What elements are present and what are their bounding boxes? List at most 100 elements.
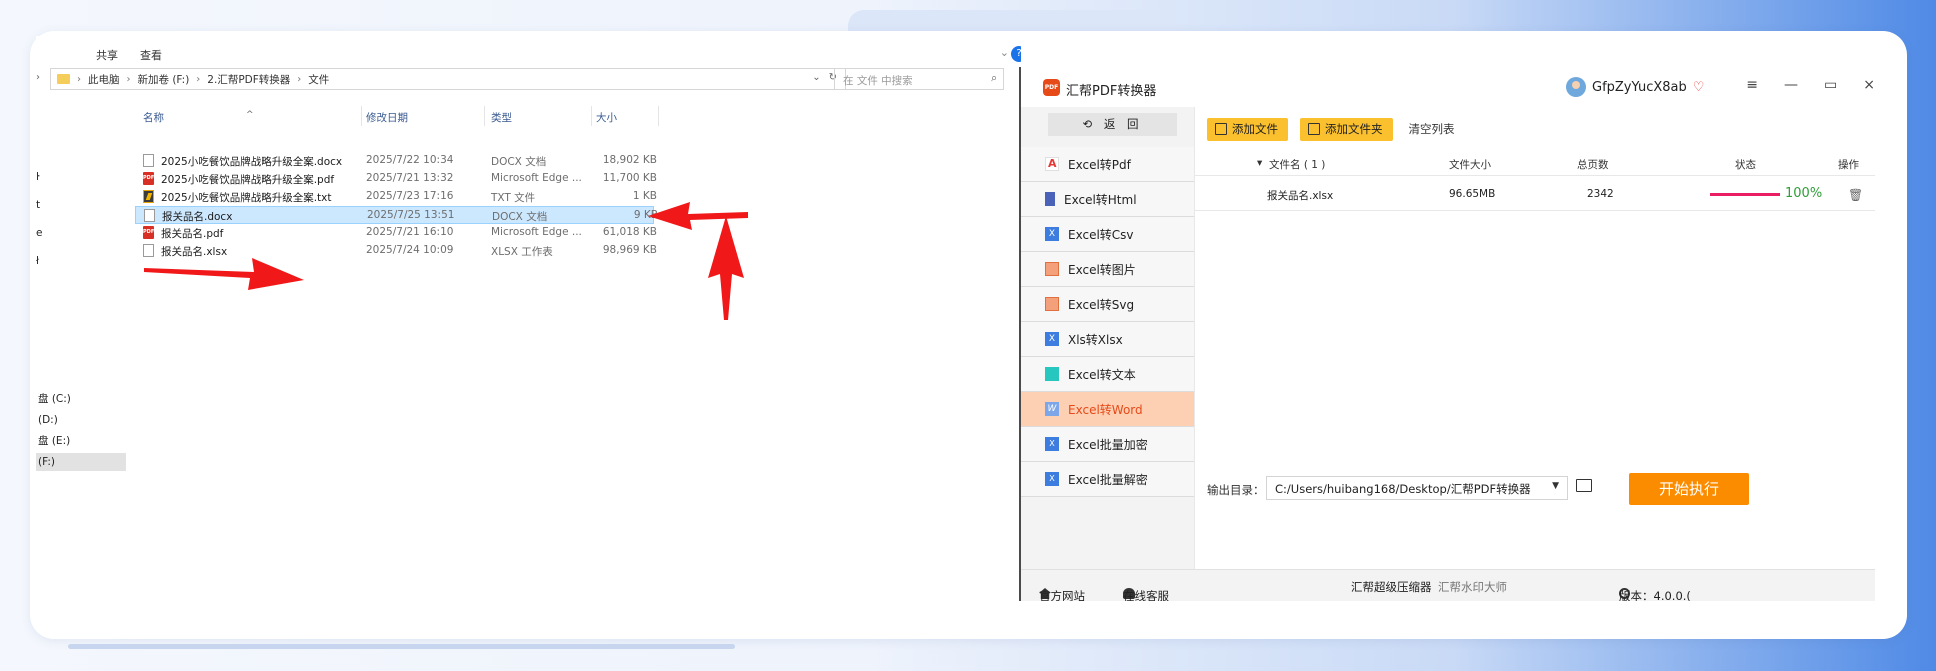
browse-folder-icon[interactable] xyxy=(1576,479,1592,492)
user-info[interactable]: GfpZyYucX8ab ♡ xyxy=(1566,77,1704,97)
sidebar-item-label: Excel转文本 xyxy=(1068,367,1136,382)
back-arrow-icon: ⟲ xyxy=(1082,117,1097,131)
output-path-select[interactable]: C:/Users/huibang168/Desktop/汇帮PDF转换器 ▼ xyxy=(1266,476,1568,500)
sidebar-item-excel-to-svg[interactable]: Excel转Svg xyxy=(1021,287,1194,322)
column-divider[interactable] xyxy=(361,106,362,126)
file-table-header: ▾ 文件名 ( 1 ) 文件大小 总页数 状态 操作 xyxy=(1195,153,1875,173)
menu-icon[interactable]: ≡ xyxy=(1746,77,1758,93)
sidebar-item-label: Excel转Csv xyxy=(1068,227,1134,242)
nav-pane-fragments: ŀ t e ł xyxy=(36,171,42,283)
breadcrumb-item[interactable]: 新加卷 (F:) xyxy=(138,72,190,87)
output-directory: 输出目录： C:/Users/huibang168/Desktop/汇帮PDF转… xyxy=(1207,473,1875,505)
file-row[interactable]: PDF 报关品名.pdf 2025/7/21 16:10 Microsoft E… xyxy=(36,224,1021,242)
minimize-icon[interactable]: — xyxy=(1784,77,1798,93)
breadcrumb-item[interactable]: 此电脑 xyxy=(88,72,120,87)
file-type: XLSX 工作表 xyxy=(491,246,553,258)
vip-heart-icon[interactable]: ♡ xyxy=(1693,80,1705,95)
support-label: 在线客服 xyxy=(1123,589,1169,601)
add-folder-icon xyxy=(1308,123,1320,135)
nav-pane-item[interactable]: ł xyxy=(36,255,42,283)
search-icon[interactable]: ⌕ xyxy=(991,72,997,85)
progress-bar xyxy=(1710,193,1780,196)
ribbon-expand-icon[interactable]: ⌄ xyxy=(1000,46,1009,59)
breadcrumb-item[interactable]: 文件 xyxy=(308,72,329,87)
column-date[interactable]: 修改日期 xyxy=(366,110,408,125)
file-size: 98,969 KB xyxy=(602,244,657,256)
close-icon[interactable]: × xyxy=(1863,77,1875,93)
sidebar-item-excel-to-image[interactable]: Excel转图片 xyxy=(1021,252,1194,287)
breadcrumb-sep-icon: › xyxy=(126,73,131,85)
sort-ascending-icon: ^ xyxy=(246,110,254,120)
sidebar-item-label: Excel批量解密 xyxy=(1068,472,1148,487)
sidebar-item-excel-to-text[interactable]: Excel转文本 xyxy=(1021,357,1194,392)
column-name[interactable]: 名称 xyxy=(143,110,164,125)
table-row[interactable]: 报关品名.xlsx 96.65MB 2342 100% 🗑 xyxy=(1195,175,1875,211)
header-sort-icon[interactable]: ▾ xyxy=(1257,157,1262,169)
app-logo: PDF xyxy=(1043,79,1060,96)
back-button[interactable]: ⟲ 返 回 xyxy=(1048,113,1177,136)
breadcrumb-item[interactable]: 2.汇帮PDF转换器 xyxy=(207,72,290,87)
add-file-label: 添加文件 xyxy=(1232,122,1278,136)
header-filename[interactable]: 文件名 ( 1 ) xyxy=(1269,157,1325,172)
file-size: 11,700 KB xyxy=(602,172,657,184)
add-file-icon xyxy=(1215,123,1227,135)
version-label: 版本：4.0.0.( xyxy=(1619,589,1691,601)
txt-icon xyxy=(143,190,154,203)
drive-d[interactable]: (D:) xyxy=(36,411,126,429)
toolbar: 添加文件 添加文件夹 清空列表 xyxy=(1207,117,1455,141)
column-type[interactable]: 类型 xyxy=(491,110,512,125)
add-file-button[interactable]: 添加文件 xyxy=(1207,117,1288,141)
menu-view[interactable]: 查看 xyxy=(140,47,162,63)
nav-pane-item[interactable]: ŀ xyxy=(36,171,42,199)
dropdown-icon: ▼ xyxy=(1552,481,1559,491)
avatar[interactable] xyxy=(1566,77,1586,97)
address-dropdown-icon[interactable]: ⌄ xyxy=(812,72,820,83)
file-row[interactable]: 2025小吃餐饮品牌战略升级全案.txt 2025/7/23 17:16 TXT… xyxy=(36,188,1021,206)
function-list: Excel转Pdf Excel转Html X Excel转Csv Excel转图… xyxy=(1021,147,1194,497)
sidebar-item-label: Excel转Pdf xyxy=(1068,157,1131,172)
sidebar-item-excel-to-html[interactable]: Excel转Html xyxy=(1021,182,1194,217)
text-icon xyxy=(1045,367,1059,381)
maximize-icon[interactable]: ▭ xyxy=(1824,77,1837,93)
column-divider[interactable] xyxy=(591,106,592,126)
trash-icon[interactable]: 🗑 xyxy=(1848,188,1863,202)
add-folder-button[interactable]: 添加文件夹 xyxy=(1300,117,1393,141)
nav-left-chevron-icon[interactable]: › xyxy=(36,72,40,83)
svg-icon xyxy=(1045,297,1059,311)
sidebar-item-excel-to-pdf[interactable]: Excel转Pdf xyxy=(1021,147,1194,182)
menu-share[interactable]: 共享 xyxy=(96,47,118,63)
back-label: 返 回 xyxy=(1103,117,1143,131)
horizontal-scrollbar[interactable] xyxy=(68,644,735,649)
sidebar-item-excel-to-csv[interactable]: X Excel转Csv xyxy=(1021,217,1194,252)
app-footer: 官方网站 在线客服 汇帮超级压缩器 汇帮水印大师 版本：4.0.0.( xyxy=(1021,569,1875,601)
help-icon[interactable]: ? xyxy=(1011,46,1021,62)
drive-f[interactable]: (F:) xyxy=(36,453,126,471)
drive-c[interactable]: 盘 (C:) xyxy=(36,390,126,408)
start-button[interactable]: 开始执行 xyxy=(1629,473,1749,505)
column-size[interactable]: 大小 xyxy=(596,110,617,125)
file-row-selected[interactable]: 报关品名.docx 2025/7/25 13:51 DOCX 文档 9 KB xyxy=(135,206,658,224)
username[interactable]: GfpZyYucX8ab xyxy=(1592,80,1687,95)
pdf-icon: PDF xyxy=(143,172,154,185)
column-divider[interactable] xyxy=(484,106,485,126)
sidebar-item-excel-to-word[interactable]: W Excel转Word xyxy=(1021,392,1194,427)
column-divider[interactable] xyxy=(658,106,659,126)
watermark-link[interactable]: 汇帮水印大师 xyxy=(1438,579,1507,595)
nav-pane-item[interactable]: t xyxy=(36,199,42,227)
address-bar[interactable]: › 此电脑 › 新加卷 (F:) › 2.汇帮PDF转换器 › 文件 ⌄ ↻ xyxy=(50,68,846,90)
sidebar-item-xls-to-xlsx[interactable]: X Xls转Xlsx xyxy=(1021,322,1194,357)
sidebar-item-excel-decrypt[interactable]: X Excel批量解密 xyxy=(1021,462,1194,497)
clear-list-button[interactable]: 清空列表 xyxy=(1405,121,1455,137)
sidebar-item-excel-encrypt[interactable]: X Excel批量加密 xyxy=(1021,427,1194,462)
file-type: Microsoft Edge ... xyxy=(491,226,582,238)
file-row[interactable]: PDF 2025小吃餐饮品牌战略升级全案.pdf 2025/7/21 13:32… xyxy=(36,170,1021,188)
drive-e[interactable]: 盘 (E:) xyxy=(36,432,126,450)
red-arrow-icon xyxy=(708,216,744,320)
nav-pane-item[interactable]: e xyxy=(36,227,42,255)
search-input[interactable]: 在 文件 中搜索 ⌕ xyxy=(834,68,1004,90)
row-filename: 报关品名.xlsx xyxy=(1267,190,1334,202)
header-pages: 总页数 xyxy=(1577,159,1609,171)
file-row[interactable]: 2025小吃餐饮品牌战略升级全案.docx 2025/7/22 10:34 DO… xyxy=(36,152,1021,170)
compressor-link[interactable]: 汇帮超级压缩器 xyxy=(1351,579,1432,595)
progress-fill xyxy=(1710,193,1780,196)
